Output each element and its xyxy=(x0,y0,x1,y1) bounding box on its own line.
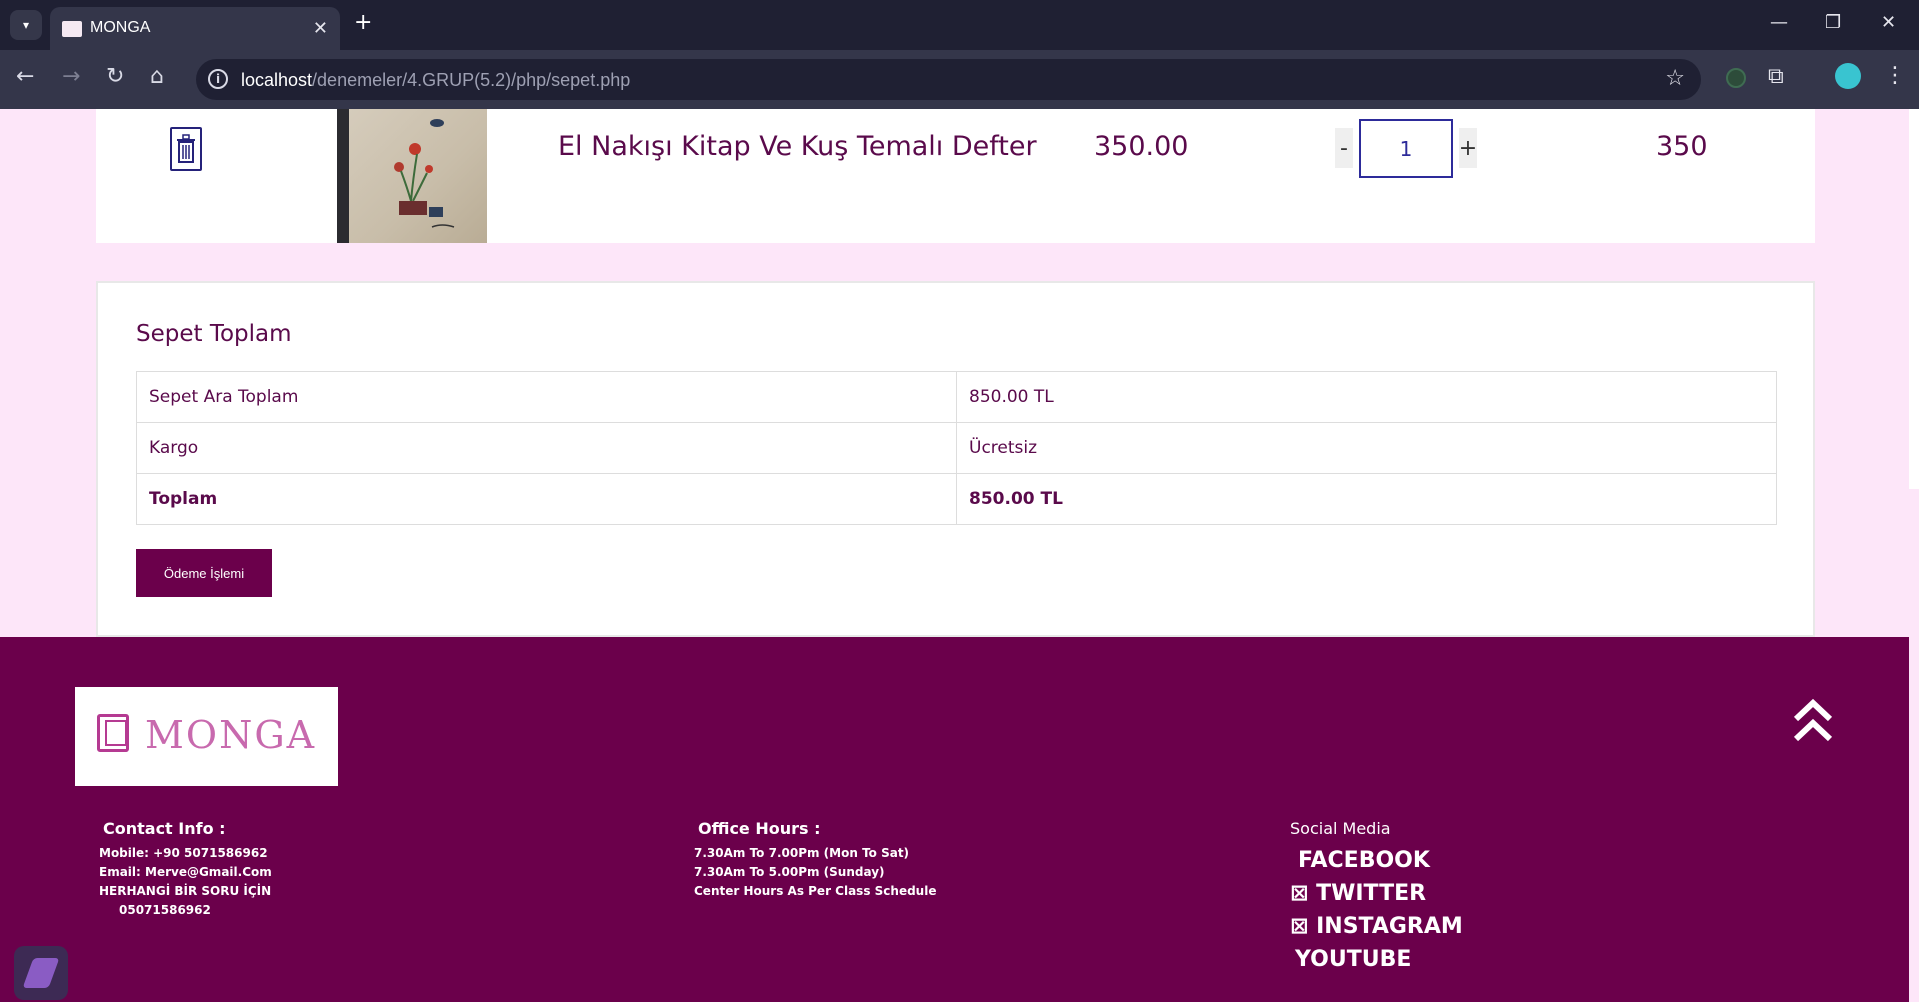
extension-icon[interactable] xyxy=(1726,68,1746,88)
page-viewport: El Nakışı Kitap Ve Kuş Temalı Defter 350… xyxy=(0,109,1919,1002)
cart-item-row: El Nakışı Kitap Ve Kuş Temalı Defter 350… xyxy=(96,109,1815,243)
totals-value: 850.00 TL xyxy=(956,371,1777,423)
restore-icon[interactable]: ❐ xyxy=(1825,12,1841,33)
contact-question: HERHANGİ BİR SORU İÇİN xyxy=(99,884,272,898)
extensions-puzzle-icon[interactable]: ⧉ xyxy=(1768,64,1784,89)
totals-value: 850.00 TL xyxy=(956,473,1777,525)
tab-search-button[interactable]: ▾ xyxy=(10,10,42,40)
site-footer: MONGA Contact Info : Mobile: +90 5071586… xyxy=(0,637,1909,1002)
site-info-icon[interactable]: i xyxy=(208,69,228,89)
contact-phone[interactable]: 05071586962 xyxy=(99,901,272,920)
bookmark-star-icon[interactable]: ☆ xyxy=(1665,66,1685,91)
facebook-link[interactable]: FACEBOOK xyxy=(1290,844,1463,877)
totals-label: Sepet Ara Toplam xyxy=(136,371,957,423)
cart-totals-panel: Sepet Toplam Sepet Ara Toplam 850.00 TL … xyxy=(96,281,1815,637)
book-icon xyxy=(97,714,129,752)
tab-title: MONGA xyxy=(90,19,151,36)
checkout-button[interactable]: Ödeme İşlemi xyxy=(136,549,272,597)
office-hours-column: Office Hours : 7.30Am To 7.00Pm (Mon To … xyxy=(694,819,936,901)
item-total: 350 xyxy=(1656,131,1708,162)
browser-tab[interactable]: MONGA ✕ xyxy=(50,7,340,50)
product-name[interactable]: El Nakışı Kitap Ve Kuş Temalı Defter xyxy=(558,131,1037,162)
office-heading: Office Hours : xyxy=(698,819,821,838)
browser-menu-icon[interactable]: ⋮ xyxy=(1884,63,1906,88)
product-price: 350.00 xyxy=(1094,131,1189,162)
scroll-to-top-icon[interactable] xyxy=(1792,697,1834,745)
social-media-column: Social Media FACEBOOK ⊠ TWITTER ⊠ INSTAG… xyxy=(1290,819,1463,976)
product-image xyxy=(337,109,487,243)
contact-email[interactable]: Email: Merve@Gmail.Com xyxy=(99,863,272,882)
forward-icon[interactable]: → xyxy=(62,64,80,89)
quantity-input[interactable]: 1 xyxy=(1359,119,1453,178)
instagram-link[interactable]: ⊠ INSTAGRAM xyxy=(1290,910,1463,943)
logo-text: MONGA xyxy=(145,713,317,757)
cart-totals-title: Sepet Toplam xyxy=(136,321,292,347)
trash-icon[interactable] xyxy=(170,127,202,171)
office-hours-line: 7.30Am To 7.00Pm (Mon To Sat) xyxy=(694,846,910,860)
favicon-icon xyxy=(62,21,82,37)
contact-info-column: Contact Info : Mobile: +90 5071586962 Em… xyxy=(99,819,272,920)
browser-tab-bar: ▾ MONGA ✕ + — ❐ ✕ xyxy=(0,0,1919,50)
quantity-increase-button[interactable]: + xyxy=(1459,128,1477,168)
address-bar[interactable]: i localhost/denemeler/4.GRUP(5.2)/php/se… xyxy=(196,59,1701,100)
home-icon[interactable]: ⌂ xyxy=(150,64,164,89)
url-text[interactable]: localhost/denemeler/4.GRUP(5.2)/php/sepe… xyxy=(241,70,630,91)
browser-toolbar: ← → ↻ ⌂ i localhost/denemeler/4.GRUP(5.2… xyxy=(0,50,1919,109)
floating-app-icon[interactable] xyxy=(14,946,68,1000)
totals-value: Ücretsiz xyxy=(956,422,1777,474)
table-row: Kargo Ücretsiz xyxy=(136,422,1777,474)
new-tab-button[interactable]: + xyxy=(354,10,372,35)
footer-logo[interactable]: MONGA xyxy=(75,687,338,786)
social-heading: Social Media xyxy=(1290,819,1391,838)
office-hours-line: Center Hours As Per Class Schedule xyxy=(694,884,937,898)
table-row: Sepet Ara Toplam 850.00 TL xyxy=(136,371,1777,423)
youtube-link[interactable]: YOUTUBE xyxy=(1290,943,1463,976)
minimize-icon[interactable]: — xyxy=(1770,12,1788,33)
twitter-link[interactable]: ⊠ TWITTER xyxy=(1290,877,1463,910)
cart-totals-table: Sepet Ara Toplam 850.00 TL Kargo Ücretsi… xyxy=(136,371,1777,525)
contact-mobile[interactable]: Mobile: +90 5071586962 xyxy=(99,844,272,863)
close-tab-icon[interactable]: ✕ xyxy=(313,18,328,39)
table-row: Toplam 850.00 TL xyxy=(136,473,1777,525)
back-icon[interactable]: ← xyxy=(16,64,34,89)
totals-label: Kargo xyxy=(136,422,957,474)
profile-avatar[interactable] xyxy=(1835,63,1861,89)
quantity-decrease-button[interactable]: - xyxy=(1335,128,1353,168)
contact-heading: Contact Info : xyxy=(103,819,226,838)
totals-label: Toplam xyxy=(136,473,957,525)
office-hours-line: 7.30Am To 5.00Pm (Sunday) xyxy=(694,865,885,879)
close-window-icon[interactable]: ✕ xyxy=(1881,12,1896,33)
page-edge xyxy=(1909,109,1919,489)
reload-icon[interactable]: ↻ xyxy=(106,64,124,89)
